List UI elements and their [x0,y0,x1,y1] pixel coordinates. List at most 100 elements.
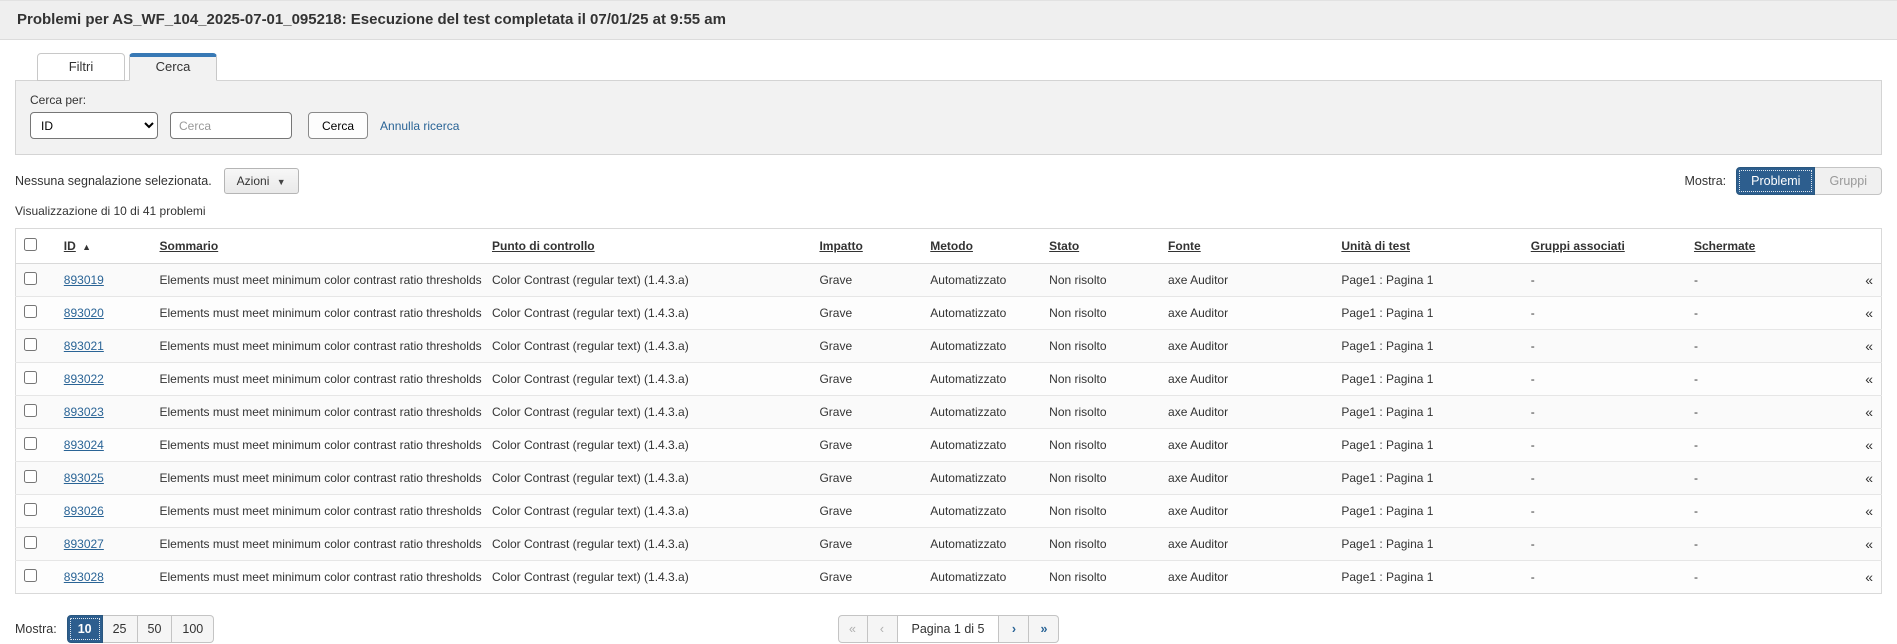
sort-metodo-link[interactable]: Metodo [930,239,973,253]
row-id-cell: 893021 [55,329,152,363]
row-punto-cell: Color Contrast (regular text) (1.4.3.a) [483,296,812,330]
row-id-cell: 893027 [55,527,152,561]
view-groups-button[interactable]: Gruppi [1815,167,1882,195]
row-schermate-cell: - [1685,461,1836,495]
page-size-100-button[interactable]: 100 [172,615,215,643]
sort-impatto-link[interactable]: Impatto [819,239,862,253]
next-page-button[interactable]: › [999,615,1030,643]
actions-dropdown-button[interactable]: Azioni ▼ [223,168,299,194]
row-checkbox[interactable] [24,569,37,582]
table-row: 893021 Elements must meet minimum color … [15,329,1882,363]
caret-down-icon: ▼ [276,177,286,187]
row-select-cell [15,296,56,330]
select-all-checkbox[interactable] [24,238,37,251]
sort-schermate-link[interactable]: Schermate [1694,239,1755,253]
last-page-button[interactable]: » [1029,615,1060,643]
page-size-label: Mostra: [15,622,57,636]
table-row: 893022 Elements must meet minimum color … [15,362,1882,396]
sort-id-link[interactable]: ID [64,239,76,253]
sort-punto-link[interactable]: Punto di controllo [492,239,595,253]
issue-id-link[interactable]: 893027 [64,537,104,551]
toolbar-right: Mostra: Problemi Gruppi [1684,167,1882,195]
row-collapse-cell: « [1835,527,1882,561]
issue-id-link[interactable]: 893019 [64,273,104,287]
row-impatto-cell: Grave [811,527,923,561]
sort-fonte-link[interactable]: Fonte [1168,239,1201,253]
row-impatto-cell: Grave [811,395,923,429]
sort-unita-link[interactable]: Unità di test [1341,239,1410,253]
row-checkbox[interactable] [24,371,37,384]
collapse-row-icon[interactable]: « [1865,305,1873,321]
collapse-row-icon[interactable]: « [1865,404,1873,420]
row-checkbox[interactable] [24,503,37,516]
collapse-row-icon[interactable]: « [1865,338,1873,354]
row-checkbox[interactable] [24,437,37,450]
collapse-row-icon[interactable]: « [1865,470,1873,486]
cancel-search-link[interactable]: Annulla ricerca [380,119,459,133]
row-select-cell [15,494,56,528]
table-row: 893028 Elements must meet minimum color … [15,560,1882,594]
table-row: 893024 Elements must meet minimum color … [15,428,1882,462]
tab-cerca[interactable]: Cerca [129,53,217,81]
row-collapse-cell: « [1835,428,1882,462]
sort-sommario-link[interactable]: Sommario [160,239,219,253]
collapse-row-icon[interactable]: « [1865,503,1873,519]
tab-bar: Filtri Cerca [37,52,1882,81]
collapse-row-icon[interactable]: « [1865,272,1873,288]
row-checkbox[interactable] [24,305,37,318]
row-checkbox[interactable] [24,338,37,351]
issue-id-link[interactable]: 893026 [64,504,104,518]
row-schermate-cell: - [1685,527,1836,561]
row-checkbox[interactable] [24,404,37,417]
row-sommario-cell: Elements must meet minimum color contras… [151,461,484,495]
row-collapse-cell: « [1835,494,1882,528]
row-unita-cell: Page1 : Pagina 1 [1333,296,1523,330]
collapse-row-icon[interactable]: « [1865,371,1873,387]
column-header-impatto: Impatto [811,228,923,264]
row-checkbox[interactable] [24,470,37,483]
first-page-button[interactable]: « [837,615,868,643]
table-row: 893023 Elements must meet minimum color … [15,395,1882,429]
pagination: « ‹ Pagina 1 di 5 › » [837,615,1060,643]
view-problems-button[interactable]: Problemi [1736,167,1816,195]
collapse-row-icon[interactable]: « [1865,569,1873,585]
page-size-10-button[interactable]: 10 [66,615,103,643]
page-size-25-button[interactable]: 25 [102,615,138,643]
sort-stato-link[interactable]: Stato [1049,239,1079,253]
toolbar: Nessuna segnalazione selezionata. Azioni… [15,167,1882,195]
issue-id-link[interactable]: 893020 [64,306,104,320]
issue-id-link[interactable]: 893022 [64,372,104,386]
search-field-select[interactable]: ID [30,112,158,139]
collapse-row-icon[interactable]: « [1865,536,1873,552]
previous-page-button[interactable]: ‹ [867,615,898,643]
table-row: 893027 Elements must meet minimum color … [15,527,1882,561]
row-impatto-cell: Grave [811,329,923,363]
issue-id-link[interactable]: 893021 [64,339,104,353]
collapse-row-icon[interactable]: « [1865,437,1873,453]
search-submit-button[interactable]: Cerca [308,112,369,139]
row-id-cell: 893025 [55,461,152,495]
selection-status: Nessuna segnalazione selezionata. [15,174,212,188]
row-checkbox[interactable] [24,536,37,549]
issues-table: ID ▲ Sommario Punto di controllo Impatto… [15,228,1882,594]
row-checkbox[interactable] [24,272,37,285]
search-input[interactable] [170,112,292,139]
row-impatto-cell: Grave [811,296,923,330]
issue-id-link[interactable]: 893028 [64,570,104,584]
issue-id-link[interactable]: 893023 [64,405,104,419]
page-size-50-button[interactable]: 50 [137,615,173,643]
row-sommario-cell: Elements must meet minimum color contras… [151,494,484,528]
column-header-stato: Stato [1041,228,1161,264]
page-size-group: Mostra: 10 25 50 100 [15,615,215,643]
issue-id-link[interactable]: 893024 [64,438,104,452]
row-metodo-cell: Automatizzato [922,263,1042,297]
sort-gruppi-link[interactable]: Gruppi associati [1531,239,1625,253]
row-id-cell: 893026 [55,494,152,528]
row-select-cell [15,395,56,429]
issue-id-link[interactable]: 893025 [64,471,104,485]
select-all-cell [15,228,56,264]
row-gruppi-cell: - [1522,362,1686,396]
row-punto-cell: Color Contrast (regular text) (1.4.3.a) [483,329,812,363]
tab-filtri[interactable]: Filtri [37,53,125,81]
view-toggle-group: Problemi Gruppi [1736,167,1882,195]
